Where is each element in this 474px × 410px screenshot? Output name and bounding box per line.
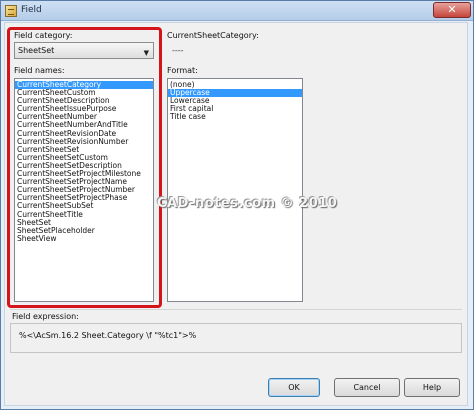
watermark: CAD-notes.com © 2010 (157, 196, 338, 211)
highlight-box (7, 27, 162, 308)
field-app-icon (5, 5, 17, 17)
field-expression-label: Field expression: (12, 312, 79, 321)
title-bar[interactable]: Field ✕ (1, 1, 473, 21)
window-title: Field (21, 5, 42, 15)
field-expression-value: %<\AcSm.16.2 Sheet.Category \f "%tc1">% (19, 331, 197, 340)
format-item[interactable]: Lowercase (168, 97, 302, 105)
close-icon: ✕ (447, 3, 457, 16)
format-item[interactable]: First capital (168, 105, 302, 113)
separator (10, 309, 462, 310)
current-sheet-category-value: ---- (172, 46, 184, 55)
format-item[interactable]: Uppercase (168, 89, 302, 98)
help-button[interactable]: Help (404, 378, 460, 397)
format-label: Format: (167, 66, 198, 75)
format-item[interactable]: (none) (168, 81, 302, 89)
current-sheet-category-label: CurrentSheetCategory: (167, 31, 259, 40)
format-item[interactable]: Title case (168, 113, 302, 121)
ok-button[interactable]: OK (268, 378, 320, 397)
format-list[interactable]: (none) Uppercase Lowercase First capital Tit… (167, 78, 303, 302)
close-button[interactable]: ✕ (433, 2, 471, 18)
field-expression-field[interactable]: %<\AcSm.16.2 Sheet.Category \f "%tc1">% (10, 323, 462, 353)
cancel-button[interactable]: Cancel (334, 378, 400, 397)
